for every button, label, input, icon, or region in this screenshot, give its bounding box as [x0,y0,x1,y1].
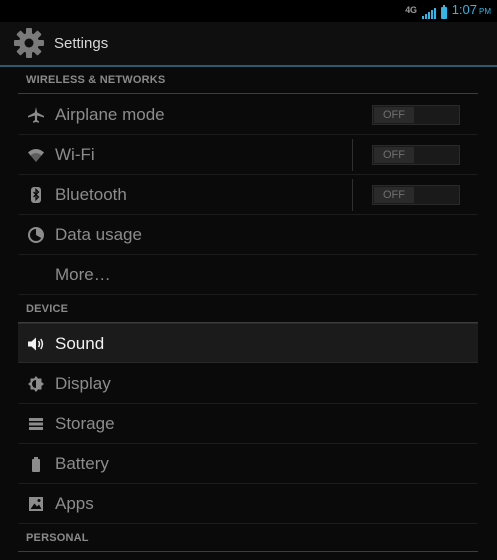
section-header-wireless: WIRELESS & NETWORKS [18,67,478,94]
settings-item-label: Data usage [55,225,142,244]
clock: 1:07 PM [452,3,491,19]
section-header-personal: PERSONAL [18,525,478,552]
row-divider [352,139,353,171]
settings-item-label: Display [55,374,111,393]
page-title: Settings [54,35,109,52]
section-header-label: WIRELESS & NETWORKS [26,74,166,86]
settings-item-label: Battery [55,454,109,473]
row-divider [352,179,353,211]
settings-item-storage[interactable]: Storage [18,404,478,444]
bluetooth-toggle[interactable]: OFF [372,185,460,205]
settings-item-label: Airplane mode [55,105,165,124]
airplane-mode-toggle[interactable]: OFF [372,105,460,125]
status-icons: 4G 1:07 PM [405,3,491,19]
settings-item-airplane-mode[interactable]: Airplane mode OFF [18,95,478,135]
settings-screen: 4G 1:07 PM Settings WIRELESS & NETWORKS … [0,0,497,560]
data-usage-icon [28,227,44,243]
settings-item-more[interactable]: More… [18,255,478,295]
settings-item-wifi[interactable]: Wi-Fi OFF [18,135,478,175]
storage-icon [29,418,43,430]
bluetooth-icon [31,187,41,203]
wifi-icon [28,149,44,162]
settings-item-battery[interactable]: Battery [18,444,478,484]
settings-item-label: Sound [55,334,105,353]
section-header-label: DEVICE [26,303,69,315]
display-icon [28,376,44,392]
settings-item-label: Storage [55,414,115,433]
settings-item-sound[interactable]: Sound [18,323,478,363]
settings-gear-icon[interactable] [12,26,46,60]
settings-item-display[interactable]: Display [18,364,478,404]
settings-item-bluetooth[interactable]: Bluetooth OFF [18,175,478,215]
section-header-label: PERSONAL [26,532,89,544]
airplane-icon [28,107,44,123]
settings-item-data-usage[interactable]: Data usage [18,215,478,255]
settings-item-label: Apps [55,494,94,513]
toggle-state-label: OFF [374,147,414,163]
clock-ampm: PM [479,7,491,16]
settings-item-label: More… [55,265,111,284]
signal-strength-icon [421,7,436,19]
sound-icon [28,337,44,351]
settings-item-label: Wi-Fi [55,145,95,164]
settings-list[interactable]: WIRELESS & NETWORKS Airplane mode OFF Wi… [0,67,497,560]
battery-icon [32,457,40,472]
wifi-toggle[interactable]: OFF [372,145,460,165]
clock-time: 1:07 [451,2,477,17]
settings-item-apps[interactable]: Apps [18,484,478,524]
status-bar: 4G 1:07 PM [0,0,497,22]
battery-status-icon [440,5,447,19]
action-bar: Settings [0,22,497,65]
toggle-state-label: OFF [374,187,414,203]
settings-item-label: Bluetooth [55,185,127,204]
toggle-state-label: OFF [374,107,414,123]
network-type-label: 4G [405,5,417,15]
section-header-device: DEVICE [18,296,478,323]
apps-icon [29,497,43,511]
